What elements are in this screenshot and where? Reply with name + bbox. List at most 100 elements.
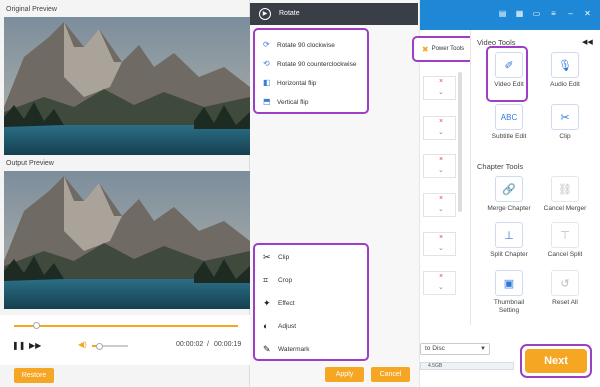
power-tools-button[interactable]: ✖ Power Tools — [412, 36, 474, 62]
play-circle-icon: ▶ — [259, 8, 271, 20]
list-item[interactable]: × ⌄ — [423, 193, 456, 217]
flip-vertical-icon: ⬒ — [263, 97, 271, 106]
rotate-options: ⟳ Rotate 90 clockwise ⟲ Rotate 90 counte… — [253, 28, 369, 114]
video-edit-highlight — [486, 46, 528, 102]
horizontal-flip-option[interactable]: ◧ Horizontal flip — [263, 77, 316, 89]
volume-handle[interactable] — [96, 343, 104, 350]
clip-tool[interactable]: ✂ Clip — [543, 104, 587, 141]
tool-clip[interactable]: ✂ Clip — [263, 250, 289, 264]
remove-icon[interactable]: × — [439, 234, 443, 241]
chevron-down-icon: ▼ — [480, 346, 486, 352]
list-item[interactable]: × ⌄ — [423, 76, 456, 100]
document-icon[interactable]: ▤ — [498, 9, 507, 18]
film-icon[interactable]: ▦ — [515, 9, 524, 18]
rotate-clockwise-option[interactable]: ⟳ Rotate 90 clockwise — [263, 39, 335, 51]
remove-icon[interactable]: × — [439, 118, 443, 125]
progress-track[interactable] — [14, 325, 238, 327]
reset-all-tool[interactable]: ↺ Reset All — [543, 270, 587, 307]
capacity-label: 4.5GB — [428, 363, 443, 369]
subtitle-edit-tool[interactable]: ABC Subtitle Edit — [487, 104, 531, 141]
chevron-icon[interactable]: ⌄ — [438, 205, 444, 213]
apply-button[interactable]: Apply — [325, 367, 364, 382]
chevron-icon[interactable]: ⌄ — [438, 166, 444, 174]
microphone-icon: 🎙 — [551, 52, 579, 78]
close-icon[interactable]: ✕ — [583, 9, 592, 18]
original-preview-image — [4, 17, 250, 155]
scissors-icon: ✂ — [551, 104, 579, 130]
tool-crop-label: Crop — [278, 276, 293, 284]
minimize-icon[interactable]: – — [566, 9, 575, 18]
remove-icon[interactable]: × — [439, 195, 443, 202]
subtitle-icon: ABC — [495, 104, 523, 130]
subtitle-edit-label: Subtitle Edit — [491, 133, 527, 140]
progress-handle[interactable] — [33, 322, 41, 329]
list-item[interactable]: × ⌄ — [423, 232, 456, 256]
list-item[interactable]: × ⌄ — [423, 154, 456, 178]
cancel-split-icon: ⊤ — [551, 222, 579, 248]
output-disc-value: to Disc — [425, 345, 445, 352]
tool-watermark[interactable]: ✎ Watermark — [263, 342, 310, 356]
tool-clip-label: Clip — [278, 253, 290, 261]
edit-tools-list: ✂ Clip ⌗ Crop ✦ Effect ◐ Adjust ✎ Waterm… — [253, 243, 369, 361]
flip-horizontal-icon: ◧ — [263, 78, 271, 87]
cancel-merger-label: Cancel Merger — [543, 205, 587, 212]
merge-chapter-tool[interactable]: 🔗 Merge Chapter — [487, 176, 531, 213]
remove-icon[interactable]: × — [439, 273, 443, 280]
collapse-panel-icon[interactable]: ◀◀ — [582, 38, 593, 46]
rotate-title: Rotate — [279, 10, 300, 17]
original-preview-label: Original Preview — [6, 6, 57, 13]
chevron-icon[interactable]: ⌄ — [438, 128, 444, 136]
title-list: × ⌄ × ⌄ × ⌄ × ⌄ × ⌄ × ⌄ — [423, 36, 458, 306]
list-scrollbar[interactable] — [458, 72, 462, 212]
split-chapter-label: Split Chapter — [490, 251, 528, 258]
horizontal-flip-label: Horizontal flip — [277, 79, 317, 87]
audio-edit-label: Audio Edit — [550, 81, 580, 88]
chevron-icon[interactable]: ⌄ — [438, 244, 444, 252]
output-disc-select[interactable]: to Disc ▼ — [420, 343, 490, 355]
thumbnail-setting-tool[interactable]: ▣ Thumbnail Setting — [487, 270, 531, 315]
audio-edit-tool[interactable]: 🎙 Audio Edit — [543, 52, 587, 89]
volume-icon[interactable]: ◀) — [78, 340, 87, 349]
split-icon: ⊥ — [495, 222, 523, 248]
link-icon: 🔗 — [495, 176, 523, 202]
thumbnail-icon: ▣ — [495, 270, 523, 296]
menu-icon[interactable]: ≡ — [549, 9, 558, 18]
tool-adjust[interactable]: ◐ Adjust — [263, 319, 296, 333]
cancel-split-label: Cancel Split — [547, 251, 583, 258]
remove-icon[interactable]: × — [439, 156, 443, 163]
clip-label: Clip — [559, 133, 571, 140]
chapter-tools-heading: Chapter Tools — [477, 162, 524, 171]
tool-crop[interactable]: ⌗ Crop — [263, 273, 292, 287]
tool-effect-label: Effect — [278, 299, 295, 307]
current-time: 00:00:02 — [176, 341, 204, 348]
cancel-merger-tool[interactable]: ⛓ Cancel Merger — [543, 176, 587, 213]
remove-icon[interactable]: × — [439, 78, 443, 85]
restore-button[interactable]: Restore — [14, 368, 54, 383]
vertical-flip-option[interactable]: ⬒ Vertical flip — [263, 96, 308, 108]
scissors-icon: ✂ — [263, 251, 271, 262]
reset-all-label: Reset All — [552, 299, 578, 306]
fast-forward-icon[interactable]: ▶▶ — [29, 341, 41, 350]
power-tools-label: Power Tools — [431, 46, 465, 52]
preview-panel: Original Preview Output Preview ❚❚ ▶▶ ◀)… — [0, 0, 250, 387]
tool-effect[interactable]: ✦ Effect — [263, 296, 295, 310]
thumbnail-setting-label: Thumbnail Setting — [493, 299, 525, 314]
rotate-counterclockwise-label: Rotate 90 counterclockwise — [277, 60, 357, 68]
cancel-button[interactable]: Cancel — [371, 367, 410, 382]
next-button[interactable]: Next — [525, 349, 587, 373]
sparkle-icon: ✦ — [263, 297, 271, 308]
pause-icon[interactable]: ❚❚ — [12, 341, 25, 350]
rotate-counterclockwise-option[interactable]: ⟲ Rotate 90 counterclockwise — [263, 58, 357, 70]
output-preview-image — [4, 171, 250, 309]
list-item[interactable]: × ⌄ — [423, 116, 456, 140]
list-item[interactable]: × ⌄ — [423, 271, 456, 295]
rotate-ccw-icon: ⟲ — [263, 59, 270, 68]
rotate-cw-icon: ⟳ — [263, 40, 270, 49]
chevron-icon[interactable]: ⌄ — [438, 88, 444, 96]
cancel-split-tool[interactable]: ⊤ Cancel Split — [543, 222, 587, 259]
split-chapter-tool[interactable]: ⊥ Split Chapter — [487, 222, 531, 259]
chevron-icon[interactable]: ⌄ — [438, 283, 444, 291]
output-preview-label: Output Preview — [6, 160, 54, 167]
time-separator: / — [207, 341, 209, 348]
message-icon[interactable]: ▭ — [532, 9, 541, 18]
